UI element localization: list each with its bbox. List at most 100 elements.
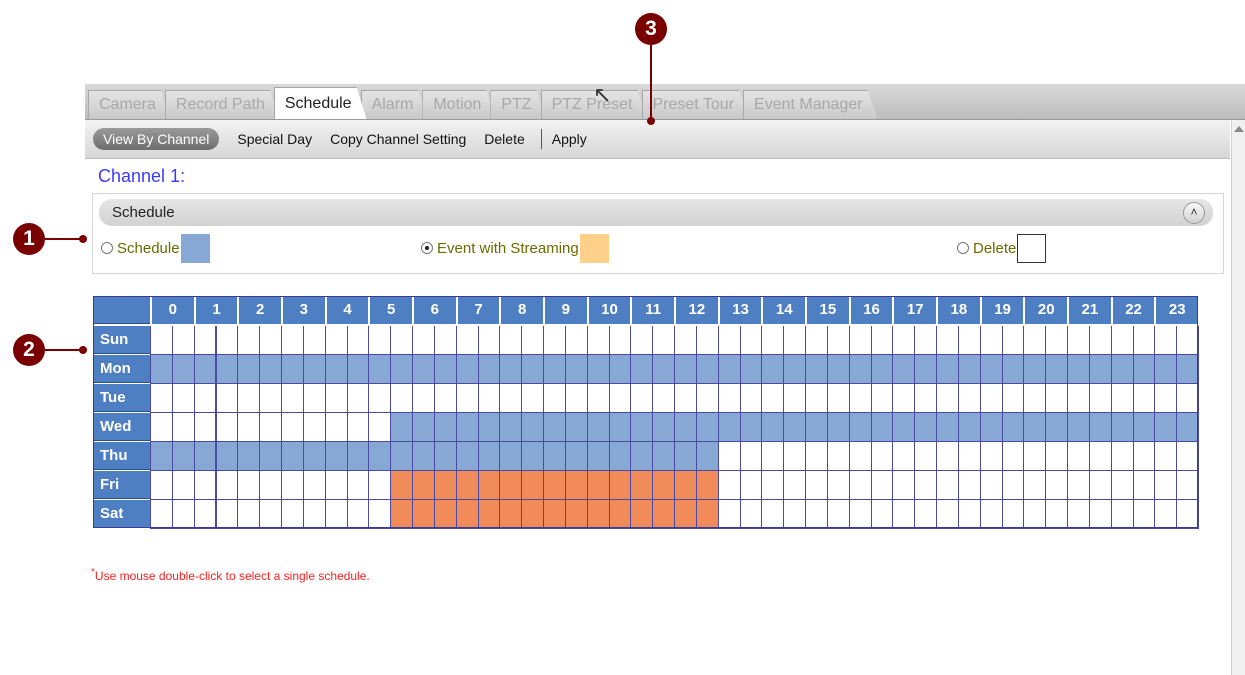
schedule-cell[interactable] [957,355,981,384]
schedule-cell[interactable] [1132,471,1156,500]
schedule-cell[interactable] [674,500,697,529]
schedule-cell[interactable] [630,471,654,500]
schedule-cell[interactable] [805,355,828,384]
schedule-cell[interactable] [826,413,850,442]
schedule-cell[interactable] [717,471,741,500]
vertical-scrollbar[interactable] [1231,120,1245,675]
schedule-cell[interactable] [237,384,261,413]
schedule-cell[interactable] [521,326,545,355]
schedule-cell[interactable] [936,413,959,442]
schedule-cell[interactable] [346,355,370,384]
apply-button[interactable]: Apply [552,131,587,147]
schedule-cell[interactable] [302,471,326,500]
schedule-cell[interactable] [630,355,654,384]
schedule-cell[interactable] [193,471,217,500]
schedule-cell[interactable] [761,326,785,355]
tab-preset-tour[interactable]: Preset Tour [642,90,750,119]
schedule-cell[interactable] [1154,326,1178,355]
schedule-cell[interactable] [1045,326,1069,355]
schedule-cell[interactable] [1110,442,1134,471]
schedule-cell[interactable] [848,442,872,471]
schedule-cell[interactable] [870,326,894,355]
schedule-cell[interactable] [848,500,872,529]
schedule-cell[interactable] [1067,500,1090,529]
schedule-cell[interactable] [433,326,457,355]
schedule-cell[interactable] [390,500,413,529]
schedule-cell[interactable] [433,384,457,413]
schedule-cell[interactable] [608,384,632,413]
schedule-cell[interactable] [848,384,872,413]
schedule-cell[interactable] [1067,326,1090,355]
schedule-cell[interactable] [477,384,501,413]
hour-label-16[interactable]: 16 [848,296,893,324]
hour-label-18[interactable]: 18 [936,296,980,324]
double-chevron-up-icon[interactable]: ˄ [1183,202,1205,224]
schedule-cell[interactable] [564,442,588,471]
hour-label-12[interactable]: 12 [674,296,718,324]
schedule-cell[interactable] [368,326,392,355]
schedule-cell[interactable] [1132,413,1156,442]
schedule-cell[interactable] [914,500,938,529]
schedule-cell[interactable] [1176,384,1200,413]
schedule-cell[interactable] [499,384,523,413]
schedule-cell[interactable] [761,500,785,529]
schedule-cell[interactable] [848,355,872,384]
schedule-cell[interactable] [433,442,457,471]
schedule-cell[interactable] [914,442,938,471]
schedule-cell[interactable] [1154,471,1178,500]
schedule-cell[interactable] [630,413,654,442]
hour-label-22[interactable]: 22 [1110,296,1155,324]
schedule-cell[interactable] [630,326,654,355]
schedule-cell[interactable] [171,500,195,529]
schedule-cell[interactable] [979,355,1003,384]
schedule-cell[interactable] [281,471,304,500]
hour-label-8[interactable]: 8 [499,296,544,324]
schedule-cell[interactable] [805,326,828,355]
schedule-cell[interactable] [237,442,261,471]
schedule-cell[interactable] [979,384,1003,413]
hour-label-17[interactable]: 17 [892,296,937,324]
schedule-cell[interactable] [499,355,523,384]
schedule-cell[interactable] [717,355,741,384]
schedule-cell[interactable] [1088,384,1112,413]
schedule-cell[interactable] [412,326,435,355]
schedule-cell[interactable] [957,500,981,529]
schedule-cell[interactable] [499,413,523,442]
tab-schedule[interactable]: Schedule [274,87,367,119]
schedule-cell[interactable] [302,500,326,529]
schedule-cell[interactable] [979,500,1003,529]
hour-label-5[interactable]: 5 [368,296,412,324]
schedule-cell[interactable] [586,355,610,384]
hour-label-10[interactable]: 10 [586,296,631,324]
hour-label-6[interactable]: 6 [412,296,456,324]
schedule-cell[interactable] [237,413,261,442]
schedule-cell[interactable] [1045,500,1069,529]
schedule-cell[interactable] [237,326,261,355]
schedule-cell[interactable] [1067,384,1090,413]
schedule-cell[interactable] [390,471,413,500]
schedule-cell[interactable] [870,471,894,500]
schedule-cell[interactable] [477,471,501,500]
schedule-cell[interactable] [1154,442,1178,471]
schedule-cell[interactable] [237,355,261,384]
schedule-cell[interactable] [150,442,173,471]
schedule-cell[interactable] [1023,413,1047,442]
schedule-cell[interactable] [521,471,545,500]
schedule-cell[interactable] [674,355,697,384]
schedule-cell[interactable] [324,413,348,442]
schedule-cell[interactable] [412,471,435,500]
schedule-cell[interactable] [455,413,479,442]
hour-label-23[interactable]: 23 [1154,296,1199,324]
schedule-cell[interactable] [390,442,413,471]
schedule-cell[interactable] [1132,500,1156,529]
schedule-cell[interactable] [695,442,719,471]
schedule-cell[interactable] [761,384,785,413]
schedule-cell[interactable] [193,500,217,529]
schedule-cell[interactable] [281,413,304,442]
schedule-cell[interactable] [390,326,413,355]
schedule-cell[interactable] [193,442,217,471]
schedule-cell[interactable] [521,384,545,413]
schedule-cell[interactable] [695,326,719,355]
schedule-cell[interactable] [412,384,435,413]
schedule-cell[interactable] [543,442,566,471]
